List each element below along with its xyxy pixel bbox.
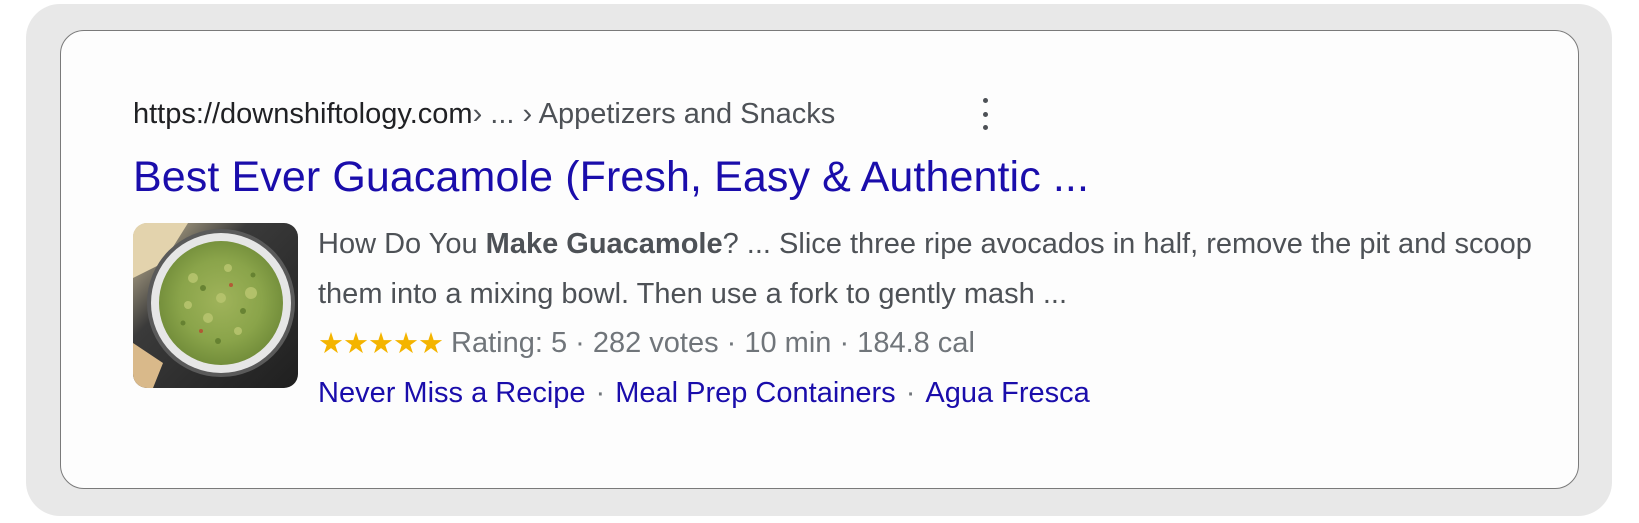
result-url-path[interactable]: › ... › Appetizers and Snacks: [473, 98, 836, 131]
more-vert-icon[interactable]: [978, 98, 992, 130]
result-thumbnail[interactable]: [133, 223, 298, 388]
result-snippet: How Do You Make Guacamole? ... Slice thr…: [318, 228, 1532, 310]
sitelink-separator: ·: [595, 376, 606, 409]
result-domain[interactable]: https://downshiftology.com: [133, 98, 473, 131]
sitelink-agua-fresca[interactable]: Agua Fresca: [925, 377, 1089, 410]
sitelinks: Never Miss a Recipe · Meal Prep Containe…: [318, 372, 1090, 414]
sitelink-never-miss-a-recipe[interactable]: Never Miss a Recipe: [318, 377, 586, 410]
rating-details: Rating: 5 · 282 votes · 10 min · 184.8 c…: [451, 326, 975, 359]
result-title-link[interactable]: Best Ever Guacamole (Fresh, Easy & Authe…: [133, 153, 1089, 202]
snippet-highlight: Make Guacamole: [485, 228, 723, 260]
rating-row: ★★★★★ Rating: 5 · 282 votes · 10 min · 1…: [318, 322, 975, 364]
result-breadcrumb[interactable]: https://downshiftology.com › ... › Appet…: [133, 94, 835, 134]
star-rating-icon: ★★★★★: [318, 327, 444, 360]
sitelink-separator: ·: [905, 376, 916, 409]
sitelink-meal-prep-containers[interactable]: Meal Prep Containers: [615, 377, 895, 410]
